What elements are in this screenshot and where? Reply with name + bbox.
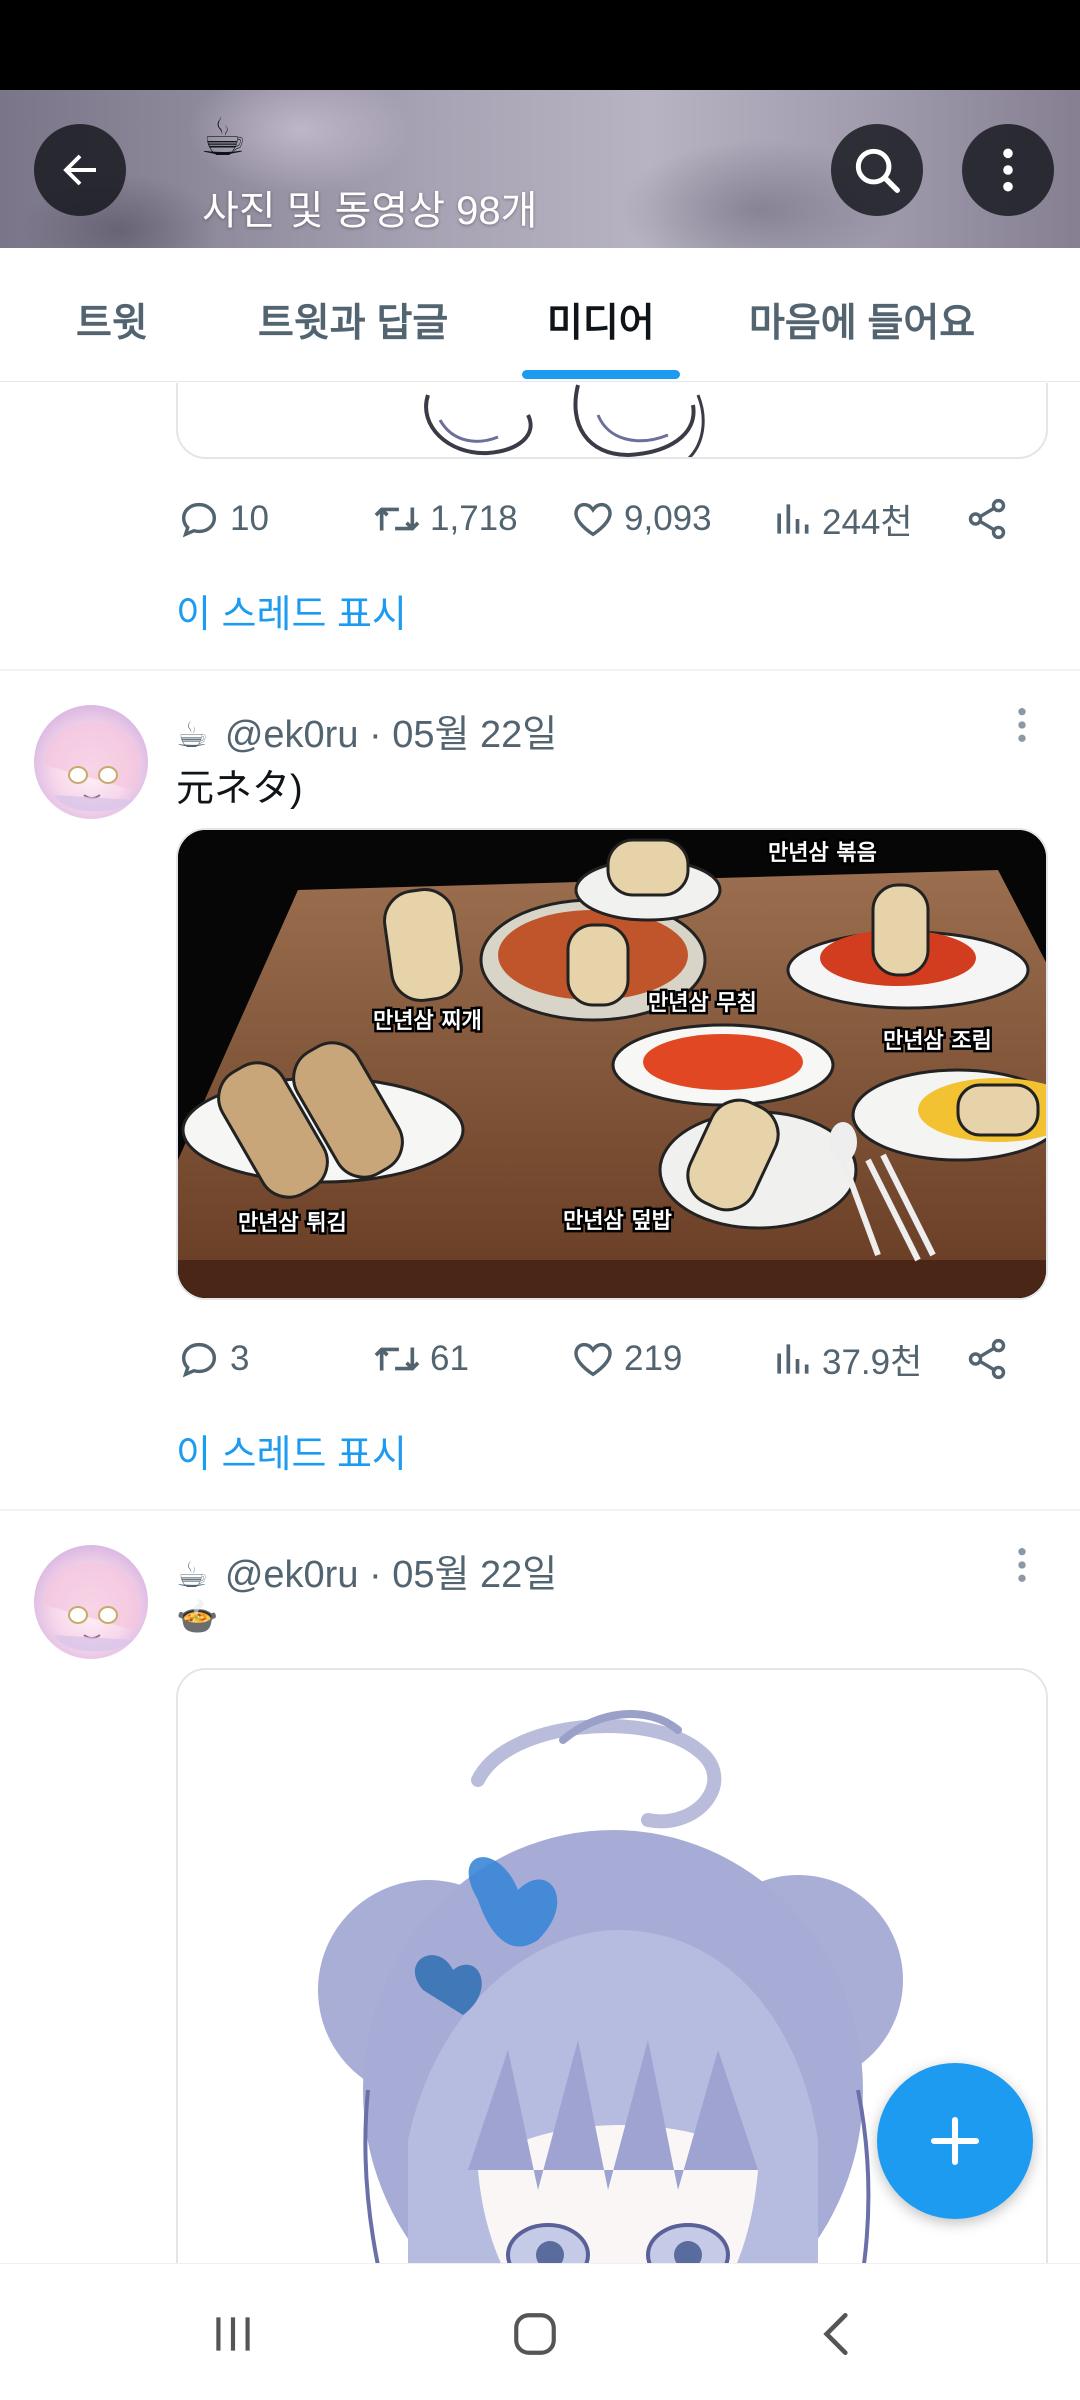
views-button[interactable]: 244천 (770, 489, 913, 549)
status-bar (0, 0, 1080, 90)
tweet-date[interactable]: · 05월 22일 (369, 714, 557, 756)
reply-count: 10 (230, 499, 269, 538)
tweet-feed[interactable]: 10 1,718 9,093 244천 이 스레드 표시 ☕ @ek0ru · … (0, 383, 1080, 2263)
reply-button[interactable]: 10 (176, 489, 269, 549)
more-options-button[interactable] (962, 124, 1054, 216)
author-emoji: ☕ (176, 714, 209, 755)
author-handle[interactable]: @ek0ru (225, 714, 359, 756)
retweet-icon (374, 507, 420, 531)
share-button[interactable] (964, 489, 1018, 549)
plus-icon (930, 2116, 980, 2166)
tweet-text: 元ネタ) (176, 768, 303, 810)
retweet-count: 1,718 (430, 499, 518, 538)
compose-tweet-button[interactable] (877, 2063, 1033, 2219)
tweet-more-icon[interactable] (1012, 1545, 1032, 1585)
tab-media[interactable]: 미디어 (547, 292, 655, 348)
reply-icon (181, 1342, 217, 1378)
header-emoji: ☕ (200, 109, 247, 167)
recent-apps-button[interactable] (203, 2304, 263, 2364)
tweet-author-line: ☕ @ek0ru · 05월 22일 (176, 1543, 557, 1598)
tweet-more-icon[interactable] (1012, 705, 1032, 745)
tweet-text: 🍲 (176, 1598, 219, 1636)
show-thread-link[interactable]: 이 스레드 표시 (176, 583, 407, 638)
tweet-media-image[interactable]: 만년삼 볶음 만년삼 찌개 만년삼 무침 만년삼 조림 만년삼 튀김 만년삼 덮… (176, 828, 1048, 1300)
retweet-button[interactable]: 1,718 (372, 489, 518, 549)
home-button[interactable] (505, 2304, 565, 2364)
tweet-divider (0, 669, 1080, 671)
tweet-divider (0, 1509, 1080, 1511)
search-button[interactable] (831, 124, 923, 216)
like-button[interactable]: 219 (570, 1329, 682, 1389)
system-back-button[interactable] (807, 2304, 867, 2364)
tab-tweets-and-replies[interactable]: 트윗과 답글 (258, 292, 448, 348)
tab-tweets[interactable]: 트윗 (76, 292, 148, 348)
active-tab-indicator (522, 370, 680, 379)
author-handle[interactable]: @ek0ru (225, 1554, 359, 1596)
media-count-title: 사진 및 동영상 98개 (202, 189, 538, 233)
home-icon (514, 2313, 556, 2355)
reply-icon (181, 502, 217, 538)
share-button[interactable] (964, 1329, 1018, 1389)
author-emoji: ☕ (176, 1554, 209, 1595)
avatar[interactable] (34, 1545, 148, 1659)
tweet-date[interactable]: · 05월 22일 (369, 1554, 557, 1596)
image-label: 만년삼 무침 (648, 991, 757, 1016)
image-label: 만년삼 찌개 (373, 1009, 482, 1034)
image-label: 만년삼 조림 (883, 1029, 992, 1054)
recent-apps-icon (216, 2317, 250, 2351)
more-vertical-icon (1003, 148, 1013, 192)
tweet-actions: 10 1,718 9,093 244천 (176, 489, 1016, 549)
arrow-left-icon (63, 154, 96, 186)
show-thread-link[interactable]: 이 스레드 표시 (176, 1423, 407, 1478)
heart-icon (574, 1342, 612, 1377)
tweet-media-image[interactable] (176, 383, 1048, 459)
share-icon (968, 1338, 1006, 1380)
share-icon (968, 498, 1006, 540)
like-button[interactable]: 9,093 (570, 489, 712, 549)
bar-chart-icon (777, 504, 809, 534)
tweet-actions: 3 61 219 37.9천 (176, 1329, 1016, 1389)
reply-count: 3 (230, 1339, 250, 1378)
retweet-count: 61 (430, 1339, 469, 1378)
views-button[interactable]: 37.9천 (770, 1329, 922, 1389)
system-navigation-bar (0, 2263, 1080, 2400)
avatar-illustration (44, 722, 141, 812)
retweet-icon (374, 1347, 420, 1371)
like-count: 9,093 (624, 499, 712, 538)
bar-chart-icon (777, 1344, 809, 1374)
view-count: 244천 (822, 502, 913, 542)
view-count: 37.9천 (822, 1342, 923, 1382)
back-button[interactable] (34, 124, 126, 216)
avatar[interactable] (34, 705, 148, 819)
search-icon (855, 148, 900, 193)
profile-tabs: 트윗 트윗과 답글 미디어 마음에 들어요 (0, 248, 1080, 382)
avatar-illustration (44, 1562, 141, 1652)
tab-likes[interactable]: 마음에 들어요 (749, 292, 975, 348)
retweet-button[interactable]: 61 (372, 1329, 469, 1389)
reply-button[interactable]: 3 (176, 1329, 249, 1389)
food-illustration: 만년삼 볶음 만년삼 찌개 만년삼 무침 만년삼 조림 만년삼 튀김 만년삼 덮… (178, 830, 1046, 1298)
image-label: 만년삼 튀김 (238, 1211, 347, 1236)
image-label: 만년삼 덮밥 (563, 1209, 672, 1234)
chevron-left-icon (823, 2312, 848, 2356)
image-label: 만년삼 볶음 (768, 841, 877, 866)
like-count: 219 (624, 1339, 683, 1378)
tweet-author-line: ☕ @ek0ru · 05월 22일 (176, 703, 557, 758)
heart-icon (574, 502, 612, 537)
sketch-image (424, 384, 705, 457)
